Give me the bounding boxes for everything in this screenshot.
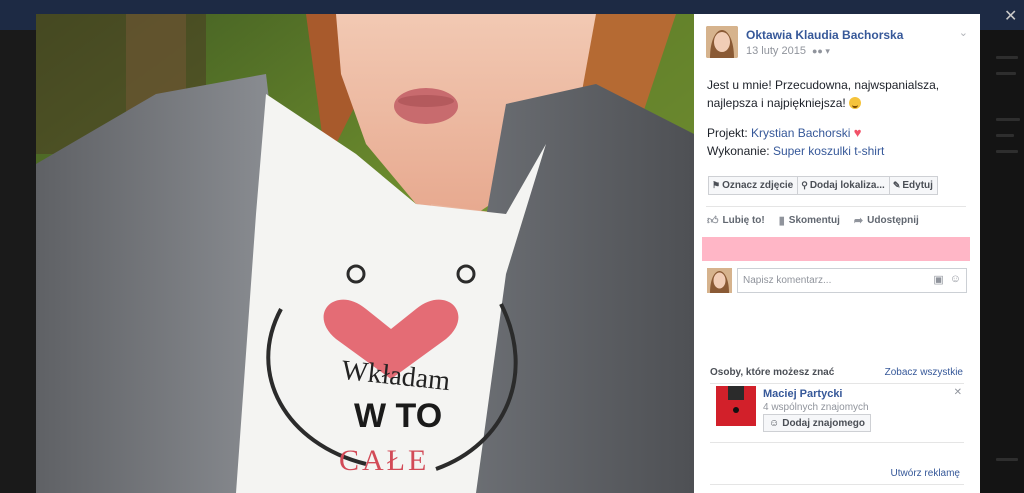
emoji-icon[interactable]: ☺ <box>950 273 961 286</box>
thumbs-up-icon: 👍︎ <box>707 214 719 227</box>
edit-label: Edytuj <box>902 180 933 191</box>
add-friend-button[interactable]: ☺ Dodaj znajomego <box>763 414 872 432</box>
divider <box>710 484 964 485</box>
add-location-label: Dodaj lokaliza... <box>809 180 885 191</box>
create-ad-link[interactable]: Utwórz reklamę <box>891 468 960 479</box>
smiley-emoji-icon <box>849 97 862 109</box>
people-you-may-know-header: Osoby, które możesz znać Zobacz wszystki… <box>710 367 963 381</box>
photo-side-panel: Oktawia Klaudia Bachorska 13 luty 2015 ●… <box>694 14 980 493</box>
close-icon[interactable]: ✕ <box>954 387 962 398</box>
tag-photo-label: Oznacz zdjęcie <box>722 180 794 191</box>
post-actions: 👍︎ Lubię to! ▮ Skomentuj ➦ Udostępnij <box>707 213 919 227</box>
author-avatar[interactable] <box>706 26 738 58</box>
photo-viewer[interactable]: Wkładam W TO CAŁE <box>36 14 694 493</box>
execution-label: Wykonanie: <box>707 144 770 158</box>
post-text-line2-wrap: najlepsza i najpiękniejsza! <box>707 94 969 112</box>
background-text-line <box>996 458 1018 461</box>
person-suggestion-card: Maciej Partycki 4 wspólnych znajomych ☺ D… <box>716 386 964 436</box>
highlight-bar <box>702 237 970 261</box>
author-name[interactable]: Oktawia Klaudia Bachorska <box>746 28 903 42</box>
mutual-friends: 4 wspólnych znajomych <box>763 402 869 413</box>
background-text-line <box>996 72 1016 75</box>
execution-credit: Wykonanie: Super koszulki t-shirt <box>707 144 884 158</box>
commenter-avatar-image <box>707 268 732 293</box>
comment-button[interactable]: ▮ Skomentuj <box>779 213 840 227</box>
person-name[interactable]: Maciej Partycki <box>763 388 843 400</box>
shirt-text-line3: CAŁE <box>339 444 429 477</box>
background-text-line <box>996 118 1020 121</box>
person-avatar[interactable] <box>716 386 756 426</box>
location-pin-icon: ⚲ <box>801 180 808 190</box>
heart-icon: ♥ <box>853 125 862 140</box>
person-avatar-image <box>716 386 756 426</box>
comment-input-icons: ▣ ☺ <box>933 273 961 286</box>
pencil-icon: ✎ <box>892 180 901 190</box>
comment-composer: Napisz komentarz... ▣ ☺ <box>707 268 967 294</box>
post-header: Oktawia Klaudia Bachorska 13 luty 2015 ●… <box>706 26 968 62</box>
divider <box>710 383 964 384</box>
add-friend-icon: ☺ <box>769 417 780 429</box>
comment-bubble-icon: ▮ <box>778 214 785 227</box>
share-arrow-icon: ➦ <box>853 214 864 227</box>
post-text-line1: Jest u mnie! Przecudowna, najwspanialsza… <box>707 78 940 92</box>
background-text-line <box>996 134 1014 137</box>
divider <box>710 442 964 443</box>
like-label: Lubię to! <box>722 214 765 226</box>
background-text-line <box>996 56 1018 59</box>
project-label: Projekt: <box>707 126 748 140</box>
add-location-button[interactable]: ⚲ Dodaj lokaliza... <box>797 176 890 195</box>
edit-button[interactable]: ✎ Edytuj <box>888 176 938 195</box>
people-you-may-know-title: Osoby, które możesz znać <box>710 367 835 378</box>
shirt-text-line2: W TO <box>354 397 442 435</box>
author-avatar-image <box>706 26 738 58</box>
project-link[interactable]: Krystian Bachorski <box>751 126 850 140</box>
share-label: Udostępnij <box>867 214 919 226</box>
execution-link[interactable]: Super koszulki t-shirt <box>773 144 884 158</box>
photo-tag-bar: ⚑ Oznacz zdjęcie ⚲ Dodaj lokaliza... ✎ Edyt… <box>708 176 938 195</box>
post-text-line2: najlepsza i najpiękniejsza! <box>707 96 846 110</box>
camera-icon[interactable]: ▣ <box>933 273 943 286</box>
post-date[interactable]: 13 luty 2015 <box>746 45 806 57</box>
close-icon[interactable]: ✕ <box>1004 9 1017 25</box>
commenter-avatar <box>707 268 732 293</box>
divider <box>706 206 966 207</box>
friends-icon[interactable]: ●● ▾ <box>812 46 830 57</box>
post-text: Jest u mnie! Przecudowna, najwspanialsza… <box>707 76 969 112</box>
project-credit: Projekt: Krystian Bachorski ♥ <box>707 125 861 140</box>
selfie-photo: Wkładam W TO CAŁE <box>36 14 694 493</box>
chevron-down-icon[interactable]: ⌄ <box>959 26 968 39</box>
comment-label: Skomentuj <box>788 214 840 226</box>
post-meta: 13 luty 2015 ●● ▾ <box>746 45 830 57</box>
tag-photo-button[interactable]: ⚑ Oznacz zdjęcie <box>708 176 799 195</box>
tag-icon: ⚑ <box>712 180 721 190</box>
like-button[interactable]: 👍︎ Lubię to! <box>707 213 765 227</box>
background-text-line <box>996 150 1018 153</box>
background-right-column <box>980 30 1024 493</box>
share-button[interactable]: ➦ Udostępnij <box>854 213 919 227</box>
add-friend-label: Dodaj znajomego <box>782 417 866 429</box>
see-all-link[interactable]: Zobacz wszystkie <box>885 367 963 378</box>
